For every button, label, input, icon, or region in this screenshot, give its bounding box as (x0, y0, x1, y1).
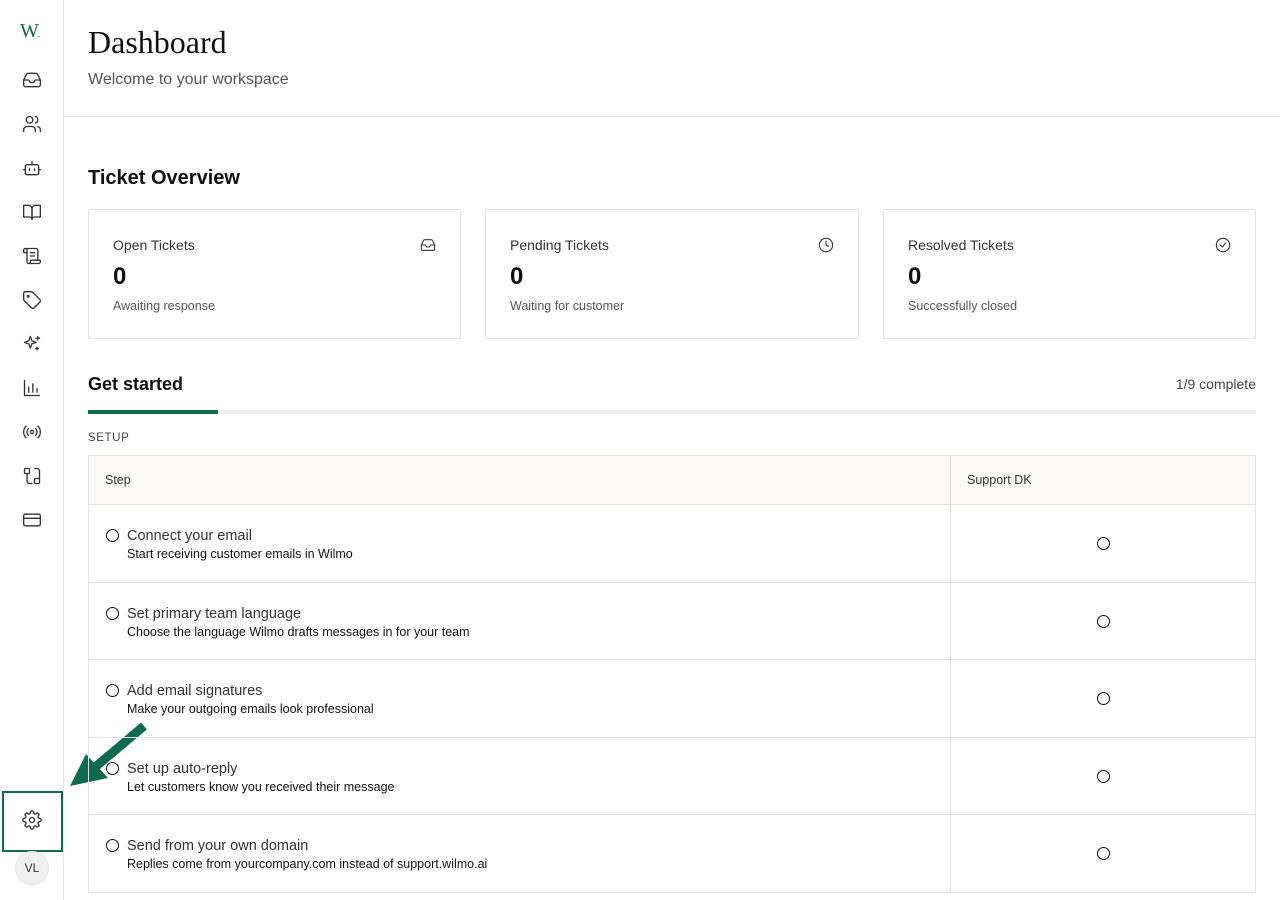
step-status-circle-icon[interactable] (106, 529, 119, 542)
progress-bar-fill (88, 410, 218, 414)
table-row[interactable]: Add email signatures Make your outgoing e… (89, 660, 1255, 738)
credit-card-icon[interactable] (20, 508, 44, 532)
table-row[interactable]: Set primary team language Choose the lang… (89, 582, 1255, 660)
table-header: Step Support DK (89, 456, 1255, 505)
step-description: Choose the language Wilmo drafts message… (127, 624, 470, 639)
card-value: 0 (908, 263, 922, 290)
bar-chart-icon[interactable] (20, 376, 44, 400)
book-open-icon[interactable] (20, 200, 44, 224)
table-row[interactable]: Send from your own domain Replies come fr… (89, 815, 1255, 893)
page-subtitle: Welcome to your workspace (88, 71, 289, 88)
step-cell: Connect your email Start receiving custom… (89, 505, 951, 582)
support-dk-status-cell (951, 583, 1255, 660)
step-cell: Send from your own domain Replies come fr… (89, 815, 951, 892)
status-circle-icon[interactable] (1097, 692, 1110, 705)
card-label: Open Tickets (113, 237, 195, 253)
support-dk-status-cell (951, 505, 1255, 582)
logo-dot: . (37, 29, 41, 39)
bot-icon[interactable] (20, 156, 44, 180)
get-started-title: Get started (88, 374, 184, 394)
support-dk-status-cell (951, 815, 1255, 892)
scroll-icon[interactable] (20, 244, 44, 268)
resolved-tickets-card[interactable]: Resolved Tickets 0 Successfully closed (883, 209, 1256, 339)
users-icon[interactable] (20, 112, 44, 136)
card-description: Successfully closed (908, 299, 1018, 313)
step-title[interactable]: Send from your own domain (127, 838, 308, 854)
sparkles-icon[interactable] (20, 332, 44, 356)
broadcast-icon[interactable] (20, 420, 44, 444)
ticket-overview-title: Ticket Overview (88, 167, 240, 189)
inbox-icon[interactable] (20, 68, 44, 92)
step-status-circle-icon[interactable] (106, 684, 119, 697)
avatar[interactable]: VL (15, 851, 49, 885)
support-dk-status-cell (951, 660, 1255, 737)
step-status-circle-icon[interactable] (106, 839, 119, 852)
step-title[interactable]: Add email signatures (127, 683, 262, 699)
progress-bar (88, 410, 1256, 414)
step-status-circle-icon[interactable] (106, 606, 119, 620)
setup-section-label: SETUP (88, 432, 130, 444)
step-title[interactable]: Set up auto-reply (127, 761, 237, 777)
status-circle-icon[interactable] (1097, 537, 1110, 550)
status-circle-icon[interactable] (1097, 847, 1110, 860)
check-circle-icon (1215, 237, 1231, 253)
tag-icon[interactable] (20, 288, 44, 312)
table-row[interactable]: Connect your email Start receiving custom… (89, 505, 1255, 583)
card-label: Resolved Tickets (908, 237, 1014, 253)
gear-icon[interactable] (20, 808, 44, 832)
progress-count: 1/9 complete (1175, 376, 1256, 392)
sidebar: W. VL (0, 0, 64, 900)
support-dk-status-cell (951, 738, 1255, 815)
step-title[interactable]: Set primary team language (127, 606, 301, 622)
status-circle-icon[interactable] (1097, 769, 1110, 783)
setup-steps-table: Step Support DK Connect your email Start … (88, 455, 1256, 893)
step-cell: Add email signatures Make your outgoing e… (89, 660, 951, 737)
step-title[interactable]: Connect your email (127, 528, 252, 544)
open-tickets-card[interactable]: Open Tickets 0 Awaiting response (88, 209, 461, 339)
card-description: Awaiting response (113, 299, 215, 313)
step-description: Start receiving customer emails in Wilmo (127, 547, 353, 561)
step-cell: Set up auto-reply Let customers know you … (89, 737, 951, 814)
step-description: Make your outgoing emails look professio… (127, 702, 374, 716)
step-description: Let customers know you received their me… (127, 779, 395, 794)
step-cell: Set primary team language Choose the lang… (89, 582, 951, 659)
avatar-initials: VL (24, 861, 40, 875)
card-value: 0 (113, 263, 127, 290)
inbox-icon (420, 237, 436, 253)
pending-tickets-card[interactable]: Pending Tickets 0 Waiting for customer (485, 209, 859, 339)
page-title: Dashboard (88, 24, 227, 60)
step-status-circle-icon[interactable] (106, 761, 119, 775)
card-label: Pending Tickets (510, 237, 609, 253)
clock-icon (818, 237, 834, 253)
table-row[interactable]: Set up auto-reply Let customers know you … (89, 737, 1255, 815)
logo-letter: W (20, 20, 39, 42)
column-header-step: Step (89, 456, 951, 504)
card-description: Waiting for customer (510, 299, 625, 313)
step-description: Replies come from yourcompany.com instea… (127, 857, 488, 871)
page-header: Dashboard Welcome to your workspace (64, 0, 1280, 117)
app-logo[interactable]: W. (20, 20, 41, 43)
card-value: 0 (510, 263, 524, 290)
status-circle-icon[interactable] (1097, 614, 1110, 628)
column-header-support-dk: Support DK (967, 473, 1032, 487)
workflow-icon[interactable] (20, 464, 44, 488)
